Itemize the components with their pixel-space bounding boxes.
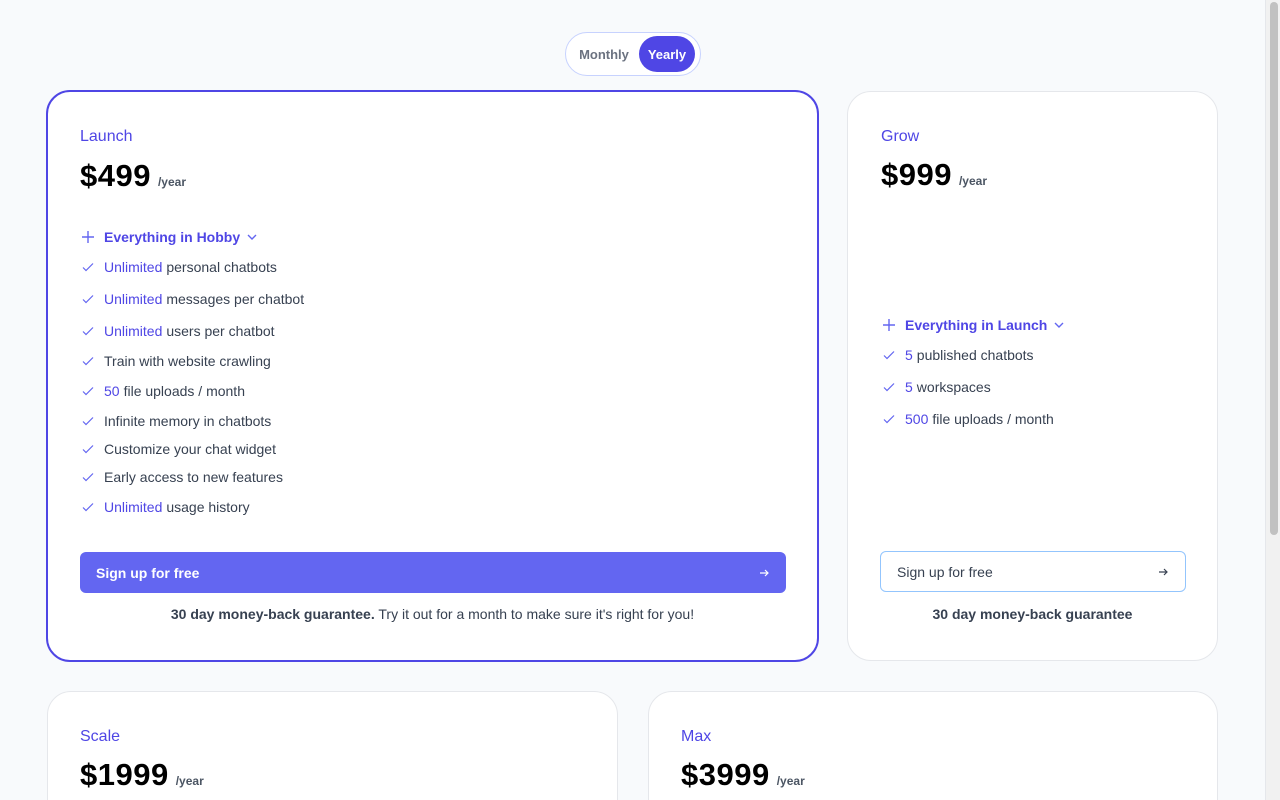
- plan-price: $3999: [681, 757, 770, 792]
- feature-item: 50 file uploads / month: [80, 380, 304, 402]
- feature-text: workspaces: [916, 379, 991, 395]
- feature-item: Unlimited usage history: [80, 496, 304, 518]
- feature-highlight: Unlimited: [104, 291, 163, 307]
- feature-text: file uploads / month: [123, 383, 245, 399]
- plus-icon: [82, 231, 94, 243]
- feature-item: 5 workspaces: [881, 376, 1065, 398]
- page-scrollbar[interactable]: [1265, 0, 1280, 800]
- plan-card-grow: Grow $999 /year Everything in Launch 5 p…: [847, 91, 1218, 661]
- feature-highlight: 5: [905, 379, 913, 395]
- guarantee-text: 30 day money-back guarantee. Try it out …: [48, 606, 817, 622]
- price-period: /year: [958, 174, 987, 188]
- feature-item: Infinite memory in chatbots: [80, 410, 304, 432]
- plan-card-scale: Scale $1999 /year: [47, 691, 618, 800]
- feature-highlight: Unlimited: [104, 499, 163, 515]
- check-icon: [82, 357, 94, 366]
- feature-highlight: Unlimited: [104, 259, 163, 275]
- price-row: $1999 /year: [80, 757, 204, 793]
- check-icon: [883, 351, 895, 360]
- feature-item: 500 file uploads / month: [881, 408, 1065, 430]
- feature-text: Customize your chat widget: [104, 441, 276, 457]
- feature-highlight: 5: [905, 347, 913, 363]
- guarantee-bold: 30 day money-back guarantee: [932, 606, 1133, 622]
- price-period: /year: [776, 774, 805, 788]
- plan-price: $1999: [80, 757, 169, 792]
- everything-label: Everything in Launch: [905, 317, 1048, 333]
- arrow-right-icon: [760, 569, 769, 576]
- feature-item: 5 published chatbots: [881, 344, 1065, 366]
- feature-highlight: Unlimited: [104, 323, 163, 339]
- check-icon: [82, 445, 94, 454]
- plan-price: $999: [881, 157, 952, 192]
- price-period: /year: [157, 175, 186, 189]
- feature-text: Train with website crawling: [104, 353, 271, 369]
- yearly-option[interactable]: Yearly: [639, 36, 695, 72]
- guarantee-bold: 30 day money-back guarantee.: [170, 606, 375, 622]
- check-icon: [82, 417, 94, 426]
- signup-label: Sign up for free: [96, 564, 200, 581]
- feature-item: Unlimited users per chatbot: [80, 320, 304, 342]
- feature-item: Early access to new features: [80, 466, 304, 488]
- billing-toggle: Monthly Yearly: [565, 32, 701, 76]
- feature-item: Customize your chat widget: [80, 438, 304, 460]
- feature-item: Unlimited messages per chatbot: [80, 288, 304, 310]
- check-icon: [82, 295, 94, 304]
- feature-text: messages per chatbot: [166, 291, 305, 307]
- plus-icon: [883, 319, 895, 331]
- price-row: $999 /year: [881, 157, 987, 193]
- guarantee-rest: Try it out for a month to make sure it's…: [378, 606, 695, 622]
- feature-item: Train with website crawling: [80, 350, 304, 372]
- chevron-down-icon: [1054, 322, 1064, 328]
- check-icon: [82, 503, 94, 512]
- price-period: /year: [175, 774, 204, 788]
- plan-name: Grow: [881, 128, 920, 145]
- feature-list: Everything in Launch 5 published chatbot…: [881, 314, 1065, 430]
- feature-highlight: 500: [905, 411, 929, 427]
- feature-list: Everything in Hobby Unlimited personal c…: [80, 226, 304, 518]
- plan-name: Scale: [80, 728, 121, 745]
- everything-in-toggle[interactable]: Everything in Hobby: [80, 226, 304, 248]
- check-icon: [82, 473, 94, 482]
- feature-text: users per chatbot: [166, 323, 275, 339]
- check-icon: [883, 383, 895, 392]
- check-icon: [82, 263, 94, 272]
- plan-name: Max: [681, 728, 712, 745]
- guarantee-text: 30 day money-back guarantee: [848, 606, 1217, 622]
- feature-highlight: 50: [104, 383, 120, 399]
- signup-button[interactable]: Sign up for free: [80, 552, 786, 593]
- feature-text: Infinite memory in chatbots: [104, 413, 272, 429]
- scrollbar-thumb[interactable]: [1270, 2, 1278, 535]
- plan-card-launch: Launch $499 /year Everything in Hobby Un…: [46, 90, 819, 662]
- check-icon: [883, 415, 895, 424]
- signup-button[interactable]: Sign up for free: [880, 551, 1186, 592]
- everything-in-toggle[interactable]: Everything in Launch: [881, 314, 1065, 336]
- feature-text: usage history: [166, 499, 250, 515]
- price-row: $499 /year: [80, 158, 186, 194]
- price-row: $3999 /year: [681, 757, 805, 793]
- feature-text: file uploads / month: [932, 411, 1054, 427]
- everything-label: Everything in Hobby: [104, 229, 241, 245]
- plan-card-max: Max $3999 /year: [648, 691, 1218, 800]
- feature-text: personal chatbots: [166, 259, 277, 275]
- check-icon: [82, 327, 94, 336]
- chevron-down-icon: [247, 234, 257, 240]
- feature-text: published chatbots: [916, 347, 1034, 363]
- signup-label: Sign up for free: [897, 563, 993, 580]
- feature-text: Early access to new features: [104, 469, 283, 485]
- plan-name: Launch: [80, 128, 133, 145]
- plan-price: $499: [80, 158, 151, 193]
- feature-item: Unlimited personal chatbots: [80, 256, 304, 278]
- arrow-right-icon: [1159, 568, 1168, 575]
- check-icon: [82, 387, 94, 396]
- monthly-option[interactable]: Monthly: [569, 36, 639, 72]
